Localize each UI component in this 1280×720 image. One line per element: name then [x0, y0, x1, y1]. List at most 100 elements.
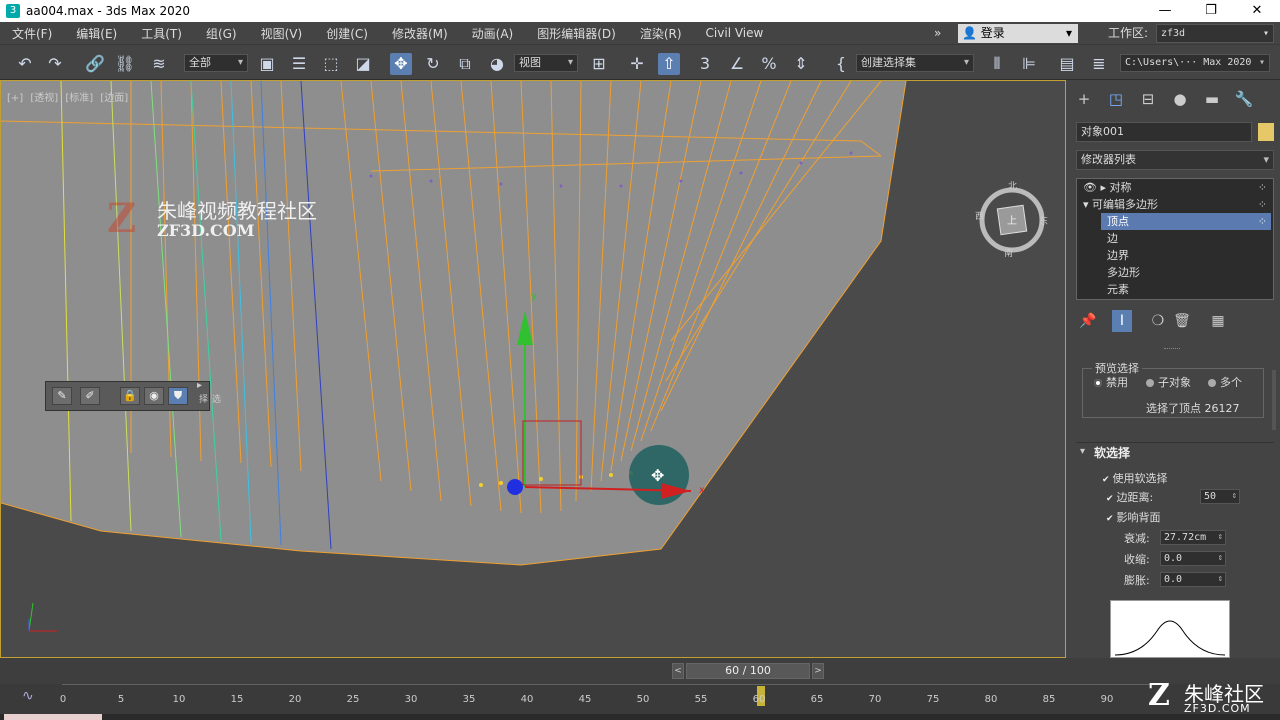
falloff-spinner[interactable]: 27.72cm: [1160, 530, 1226, 545]
modifier-list-dropdown[interactable]: 修改器列表: [1076, 150, 1274, 170]
layer-explorer-icon[interactable]: ≣: [1088, 53, 1110, 75]
track-bar[interactable]: ∿ 0 5 10 15 20 25 30 35 40 45 50 55 60 6…: [0, 684, 1280, 720]
maxscript-listener-strip[interactable]: [4, 714, 102, 720]
pivot-center-icon[interactable]: ⊞: [588, 53, 610, 75]
configure-modifier-sets-icon[interactable]: ▦: [1208, 310, 1228, 332]
placement-icon[interactable]: ◕: [486, 53, 508, 75]
prev-frame-button[interactable]: <: [672, 663, 684, 679]
workspace-dropdown[interactable]: zf3d ▾: [1156, 24, 1274, 43]
scene-explorer-icon[interactable]: ▤: [1056, 53, 1078, 75]
edge-distance-checkbox[interactable]: 边距离:: [1106, 489, 1154, 505]
stack-item-vertex[interactable]: 顶点 ⁘: [1101, 213, 1271, 230]
remove-modifier-icon[interactable]: 🗑: [1172, 310, 1192, 332]
viewport-shading-standard[interactable]: [标准]: [65, 93, 93, 104]
select-manipulate-icon[interactable]: ✛: [626, 53, 648, 75]
display-tab-icon[interactable]: ▬: [1196, 86, 1228, 112]
viewport-label[interactable]: [+] [透视] [标准] [边面]: [7, 89, 132, 104]
object-name-field[interactable]: 对象001: [1076, 122, 1252, 142]
stack-item-polygon[interactable]: 多边形: [1077, 264, 1273, 281]
restore-button[interactable]: ❐: [1188, 0, 1234, 22]
stack-item-border[interactable]: 边界: [1077, 247, 1273, 264]
viewport-shading-edged[interactable]: [边面]: [100, 93, 128, 104]
window-crossing-icon[interactable]: ◪: [352, 53, 374, 75]
viewport-point-of-view[interactable]: [透视]: [30, 93, 58, 104]
move-icon[interactable]: ✥: [390, 53, 412, 75]
hierarchy-tab-icon[interactable]: ⊟: [1132, 86, 1164, 112]
preview-subobject-radio[interactable]: 子对象: [1146, 374, 1191, 390]
next-frame-button[interactable]: >: [812, 663, 824, 679]
expand-arrow-icon[interactable]: ▸: [1100, 181, 1106, 194]
stack-item-editable-poly[interactable]: ▾ 可编辑多边形 ⁘: [1077, 196, 1273, 213]
project-path-dropdown[interactable]: C:\Users\··· Max 2020: [1120, 54, 1270, 72]
pinch-spinner[interactable]: 0.0: [1160, 551, 1226, 566]
select-object-icon[interactable]: ▣: [256, 53, 278, 75]
preview-multi-radio[interactable]: 多个: [1208, 374, 1242, 390]
object-color-swatch[interactable]: [1258, 123, 1274, 141]
close-button[interactable]: ✕: [1234, 0, 1280, 22]
percent-snap-icon[interactable]: %: [758, 53, 780, 75]
paint-select-icon[interactable]: ✎: [52, 387, 72, 405]
isolate-icon[interactable]: ◉: [144, 387, 164, 405]
menu-create[interactable]: 创建(C): [314, 25, 380, 42]
unlink-icon[interactable]: ⛓: [114, 53, 136, 75]
login-dropdown[interactable]: 👤 登录 ▾: [958, 24, 1078, 43]
edge-distance-spinner[interactable]: 50: [1200, 489, 1240, 504]
menu-file[interactable]: 文件(F): [0, 25, 64, 42]
panel-scrollbar[interactable]: [1272, 370, 1276, 430]
pin-stack-icon[interactable]: 📌: [1078, 310, 1098, 332]
edit-named-selection-icon[interactable]: {: [830, 53, 852, 75]
menu-views[interactable]: 视图(V): [249, 25, 315, 42]
brush-icon[interactable]: ✐: [80, 387, 100, 405]
named-selection-dropdown[interactable]: 创建选择集: [856, 54, 974, 72]
reference-coordinate-dropdown[interactable]: 视图: [514, 54, 578, 72]
snaps-toggle-icon[interactable]: 3: [694, 53, 716, 75]
motion-tab-icon[interactable]: ●: [1164, 86, 1196, 112]
show-end-result-icon[interactable]: Ⅰ: [1112, 310, 1132, 332]
viewport-menu-plus[interactable]: [+]: [7, 93, 23, 104]
menu-group[interactable]: 组(G): [194, 25, 249, 42]
time-slider-control[interactable]: < 60 / 100 >: [672, 663, 824, 679]
menu-overflow-icon[interactable]: »: [922, 26, 953, 40]
use-soft-selection-checkbox[interactable]: 使用软选择: [1102, 470, 1168, 486]
shield-icon[interactable]: ⛊: [168, 387, 188, 405]
menu-graph-editors[interactable]: 图形编辑器(D): [525, 25, 628, 42]
select-by-name-icon[interactable]: ☰: [288, 53, 310, 75]
utilities-tab-icon[interactable]: 🔧: [1228, 86, 1260, 112]
eye-icon[interactable]: 👁: [1083, 181, 1097, 194]
perspective-viewport[interactable]: y x ✥ [+] [透视] [标准] [边面] Z 朱峰视频教程社区 ZF3D…: [0, 80, 1066, 658]
bubble-spinner[interactable]: 0.0: [1160, 572, 1226, 587]
minimize-button[interactable]: —: [1142, 0, 1188, 22]
create-tab-icon[interactable]: +: [1068, 86, 1100, 112]
stack-item-symmetry[interactable]: 👁 ▸ 对称 ⁘: [1077, 179, 1273, 196]
menu-modifiers[interactable]: 修改器(M): [380, 25, 460, 42]
rollout-collapse-icon[interactable]: ▾: [1080, 446, 1085, 457]
make-unique-icon[interactable]: ❍: [1148, 310, 1168, 332]
region-select-icon[interactable]: ⬚: [320, 53, 342, 75]
modify-tab-icon[interactable]: ◳: [1100, 86, 1132, 112]
collapse-arrow-icon[interactable]: ▸: [197, 380, 202, 391]
angle-snap-icon[interactable]: ∠: [726, 53, 748, 75]
rotate-icon[interactable]: ↻: [422, 53, 444, 75]
menu-animation[interactable]: 动画(A): [460, 25, 526, 42]
stack-item-edge[interactable]: 边: [1077, 230, 1273, 247]
selection-filter-dropdown[interactable]: 全部: [184, 54, 248, 72]
spinner-snap-icon[interactable]: ⇕: [790, 53, 812, 75]
bind-space-warp-icon[interactable]: ≋: [148, 53, 170, 75]
collapse-arrow-icon[interactable]: ▾: [1083, 198, 1089, 211]
scale-icon[interactable]: ⧉: [454, 53, 476, 75]
current-frame-display[interactable]: 60 / 100: [686, 663, 810, 679]
undo-icon[interactable]: ↶: [14, 53, 36, 75]
menu-civil-view[interactable]: Civil View: [694, 26, 776, 40]
affect-backfacing-checkbox[interactable]: 影响背面: [1106, 509, 1161, 525]
lock-icon[interactable]: 🔒: [120, 387, 140, 405]
link-icon[interactable]: 🔗: [84, 53, 106, 75]
viewcube[interactable]: 北 东 南 西 上: [975, 182, 1048, 259]
redo-icon[interactable]: ↷: [44, 53, 66, 75]
menu-rendering[interactable]: 渲染(R): [628, 25, 694, 42]
menu-edit[interactable]: 编辑(E): [64, 25, 129, 42]
mirror-icon[interactable]: ⫴: [986, 53, 1008, 75]
preview-disabled-radio[interactable]: 禁用: [1094, 374, 1128, 390]
stack-item-element[interactable]: 元素: [1077, 281, 1273, 298]
menu-tools[interactable]: 工具(T): [129, 25, 194, 42]
keyboard-shortcut-override-icon[interactable]: ⇧: [658, 53, 680, 75]
